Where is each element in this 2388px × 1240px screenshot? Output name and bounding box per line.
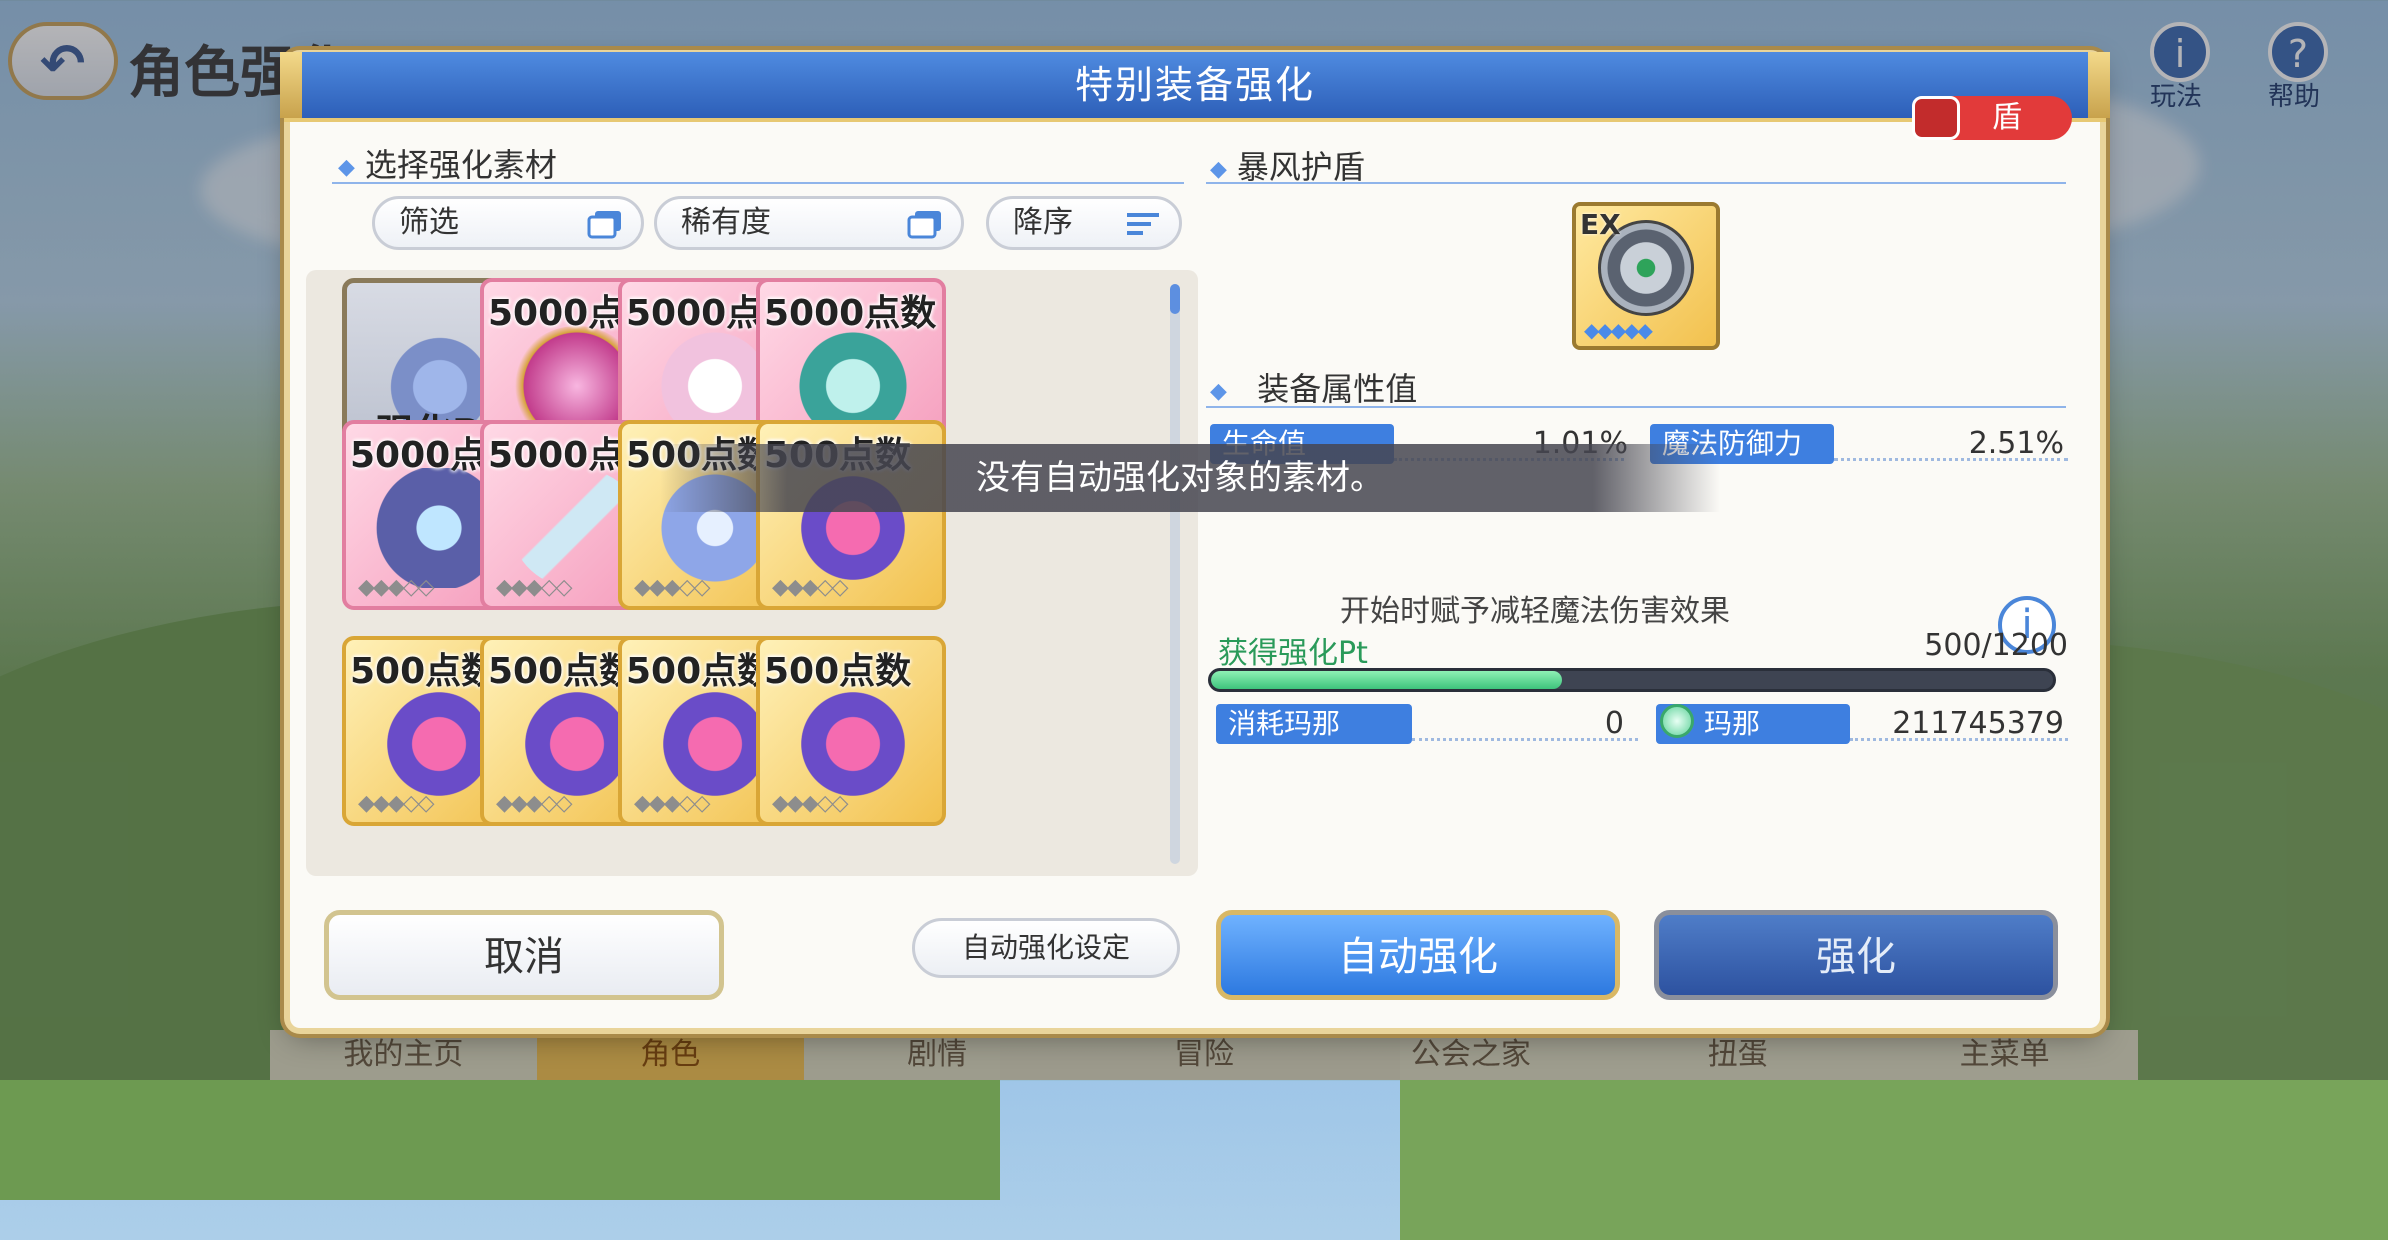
section-divider — [1206, 406, 2066, 408]
sort-order-button[interactable]: 降序 — [986, 196, 1182, 250]
auto-enhance-settings-button[interactable]: 自动强化设定 — [912, 918, 1180, 978]
mana-coin-icon — [1660, 704, 1694, 738]
rarity-gems: ◆◆◆◇◇ — [772, 791, 849, 816]
rarity-gems: ◆◆◆◇◇ — [496, 575, 573, 600]
diamond-bullet-icon: ◆ — [1210, 156, 1227, 182]
enhance-dialog: 特别装备强化 ◆选择强化素材 筛选 稀有度 降序 强化Pt 5000点数 ◆◆◆… — [280, 52, 2110, 1028]
cancel-button[interactable]: 取消 — [324, 910, 724, 1000]
rarity-gems: ◆◆◆◇◇ — [496, 791, 573, 816]
scrollbar-thumb[interactable] — [1170, 284, 1180, 314]
equipment-icon: EX ◆◆◆◆◆ — [1572, 202, 1720, 350]
material-card[interactable]: 500点数 ◆◆◆◇◇ — [756, 636, 946, 826]
section-divider — [332, 182, 1184, 184]
pt-value: 500/1200 — [1924, 628, 2068, 663]
equip-type-badge: 盾 — [1912, 96, 2072, 140]
ex-tag: EX — [1580, 208, 1621, 241]
pt-progress-fill — [1211, 671, 1562, 689]
toast-message: 没有自动强化对象的素材。 — [660, 444, 1720, 512]
material-points: 500点数 — [488, 651, 636, 692]
material-points: 5000点数 — [764, 293, 937, 334]
dialog-title: 特别装备强化 — [284, 52, 2106, 122]
diamond-bullet-icon: ◆ — [338, 154, 355, 180]
corner-ornament-left — [280, 52, 302, 118]
rarity-gems: ◆◆◆◇◇ — [634, 575, 711, 600]
material-grid: 强化Pt 5000点数 ◆◆◆◇◇ 5000点数 ◆◆◆◇◇ 5000点数 ◆◆… — [306, 270, 1198, 876]
stat-value-mdef: 2.51% — [1968, 426, 2064, 461]
skill-description: 开始时赋予减轻魔法伤害效果 — [1340, 594, 1730, 629]
material-points: 500点数 — [350, 651, 498, 692]
rarity-gems: ◆◆◆◇◇ — [358, 791, 435, 816]
shield-icon — [1912, 96, 1960, 140]
material-section-title: ◆ 选择强化素材 — [338, 146, 557, 184]
material-points: 500点数 — [764, 651, 912, 692]
window-icon — [587, 211, 621, 239]
auto-enhance-button[interactable]: 自动强化 — [1216, 910, 1620, 1000]
rarity-gems: ◆◆◆◇◇ — [358, 575, 435, 600]
enhance-button[interactable]: 强化 — [1654, 910, 2058, 1000]
material-scrollbar[interactable] — [1170, 284, 1180, 864]
diamond-bullet-icon: ◆ — [1210, 378, 1227, 404]
rarity-gems: ◆◆◆◇◇ — [634, 791, 711, 816]
window-icon — [907, 211, 941, 239]
rarity-gems: ◆◆◆◆◆ — [1584, 318, 1653, 342]
filter-button[interactable]: 筛选 — [372, 196, 644, 250]
mana-cost-value: 0 — [1604, 706, 1624, 741]
mana-cost-label: 消耗玛那 — [1216, 704, 1412, 744]
sort-icon — [1127, 213, 1159, 235]
mana-value: 211745379 — [1892, 706, 2064, 741]
rarity-button[interactable]: 稀有度 — [654, 196, 964, 250]
attr-section-title: ◆ 装备属性值 — [1210, 370, 1418, 408]
rarity-gems: ◆◆◆◇◇ — [772, 575, 849, 600]
corner-ornament-right — [2088, 52, 2110, 118]
pt-title: 获得强化Pt — [1218, 636, 1368, 671]
planet-orb-icon — [788, 684, 918, 804]
material-points: 500点数 — [626, 651, 774, 692]
pt-progress-bar — [1208, 668, 2056, 692]
section-divider — [1206, 182, 2066, 184]
